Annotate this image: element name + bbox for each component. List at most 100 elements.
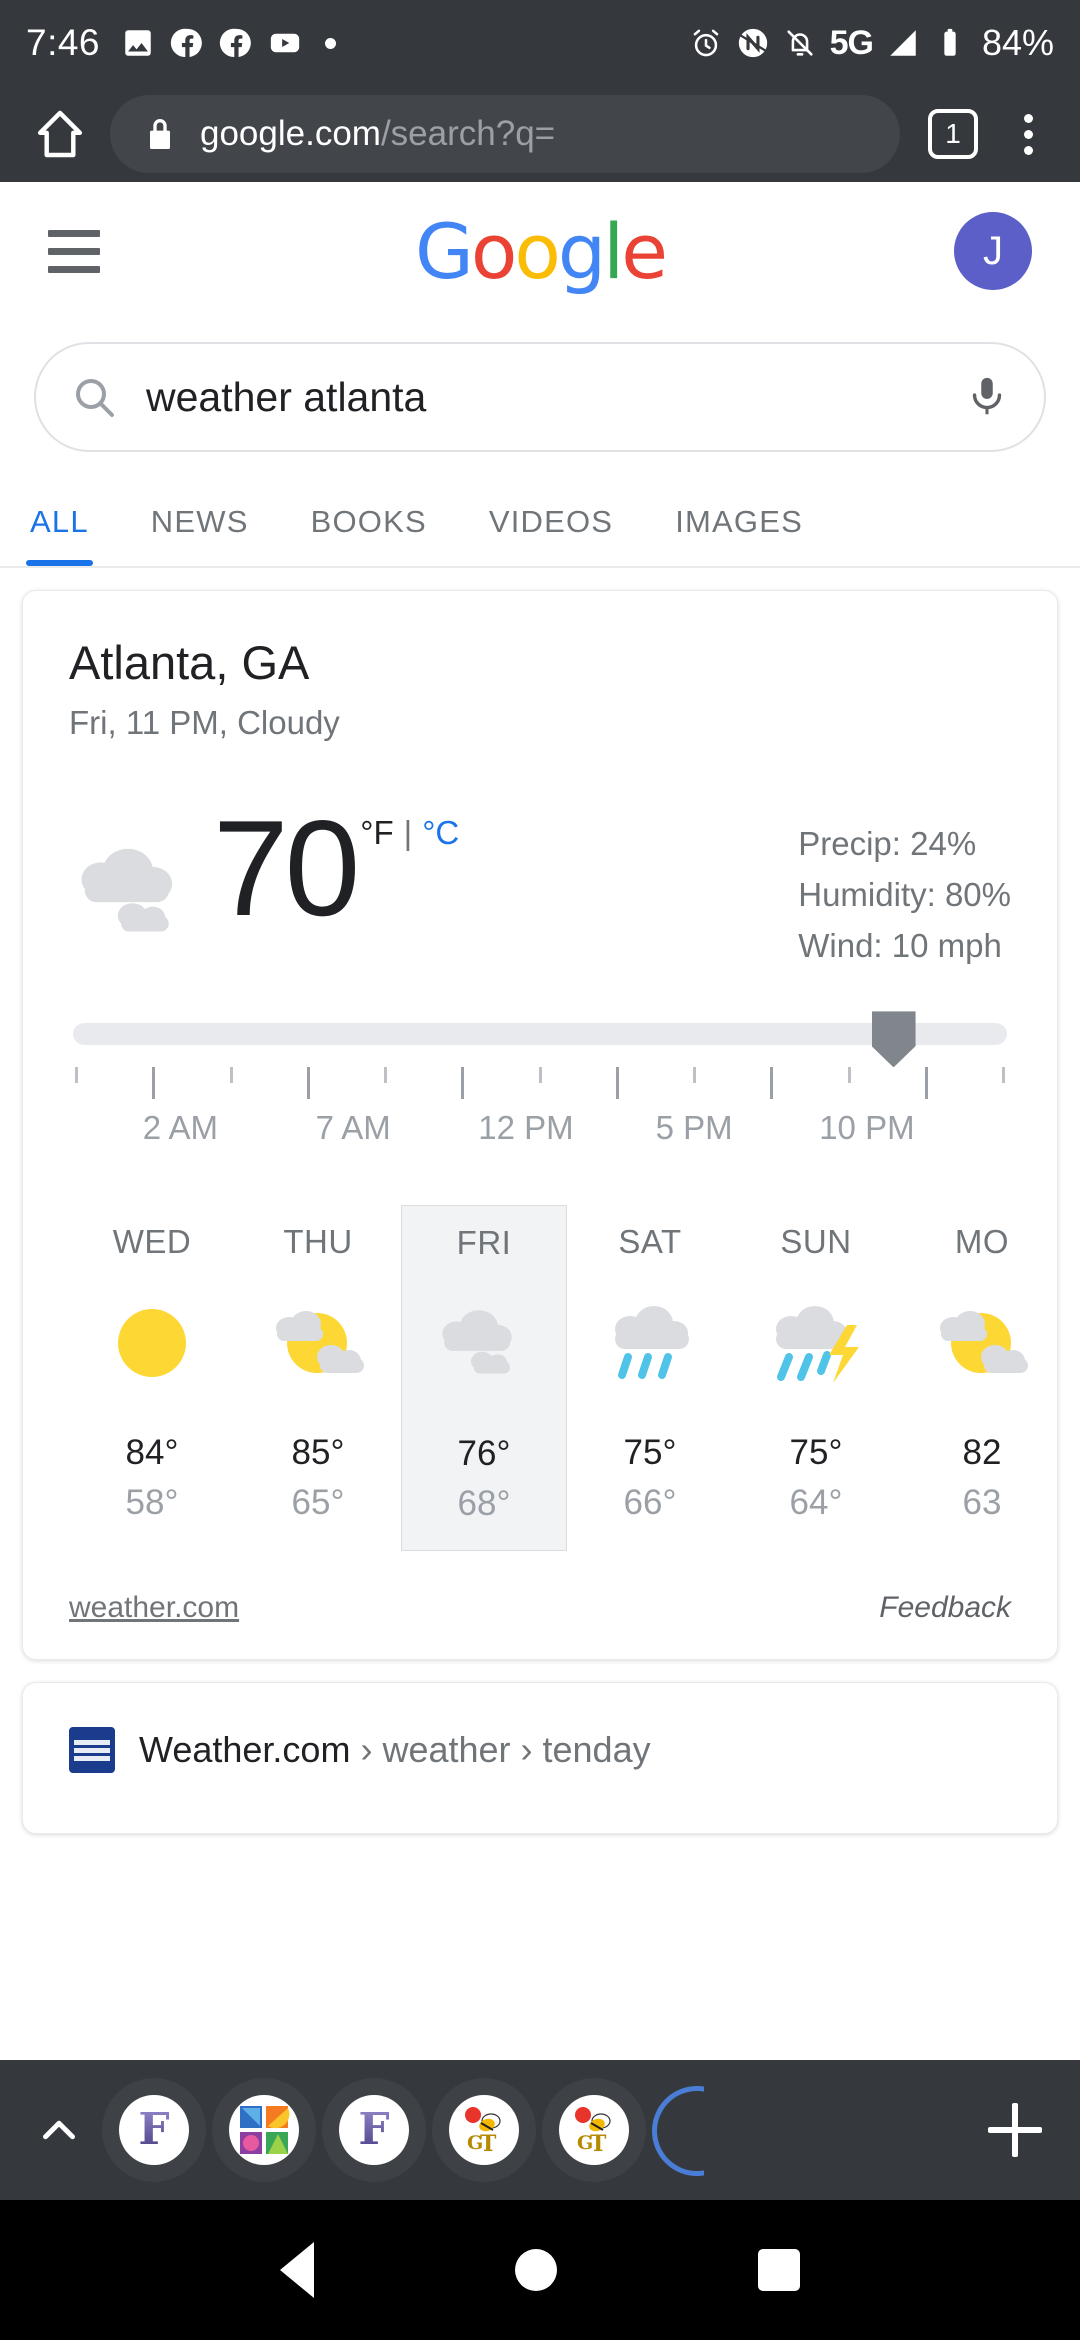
- url-domain: google.com: [200, 114, 381, 153]
- tab-item[interactable]: F: [322, 2078, 426, 2182]
- phone-screen: 7:46 5G 84% google.com/search?q= 1 Googl…: [0, 0, 1080, 2340]
- partly-cloudy-icon: [235, 1283, 401, 1403]
- partly-cloudy-icon: [899, 1283, 1065, 1403]
- status-bar-left: 7:46: [26, 22, 675, 64]
- forecast-day-sat[interactable]: SAT 75° 66°: [567, 1205, 733, 1551]
- forecast-row: WED 84° 58° THU 85° 65° FRI 76° 68° SAT …: [69, 1205, 1028, 1552]
- partial-favicon-icon: [652, 2086, 704, 2176]
- avatar[interactable]: J: [954, 212, 1032, 290]
- status-time: 7:46: [26, 22, 101, 63]
- forecast-high: 76°: [457, 1434, 511, 1474]
- android-nav-bar: [0, 2200, 1080, 2340]
- tab-item-partial[interactable]: [652, 2078, 704, 2182]
- unit-toggle[interactable]: °F | °C: [360, 814, 459, 852]
- tab-news[interactable]: NEWS: [151, 486, 249, 566]
- alarm-icon: [693, 29, 718, 57]
- sunny-icon: [69, 1283, 235, 1403]
- slider-track[interactable]: [73, 1011, 1007, 1068]
- dot-icon: [325, 37, 337, 49]
- notifications-off-icon: [786, 30, 813, 56]
- forecast-day-label: SUN: [780, 1223, 852, 1261]
- page-content: Google J weather atlanta ALL NEWS BOOKS …: [0, 182, 1080, 1960]
- forecast-day-sun[interactable]: SUN 75° 64°: [733, 1205, 899, 1551]
- nfc-icon: [738, 28, 767, 58]
- search-result-card[interactable]: Weather.com › weather › tenday: [22, 1682, 1058, 1835]
- hamburger-menu-icon[interactable]: [48, 229, 100, 273]
- home-button[interactable]: [24, 98, 96, 170]
- tick-label: 2 AM: [142, 1109, 219, 1147]
- forecast-high: 82: [962, 1433, 1002, 1473]
- forecast-day-wed[interactable]: WED 84° 58°: [69, 1205, 235, 1551]
- url-text: google.com/search?q=: [200, 114, 555, 154]
- tab-item[interactable]: G T: [542, 2078, 646, 2182]
- unit-fahrenheit[interactable]: °F: [360, 814, 393, 852]
- network-type: 5G: [829, 23, 874, 62]
- tab-all[interactable]: ALL: [26, 486, 93, 566]
- forecast-low: 58°: [125, 1483, 179, 1523]
- search-box[interactable]: weather atlanta: [34, 342, 1046, 452]
- tab-images[interactable]: IMAGES: [675, 486, 803, 566]
- feedback-link[interactable]: Feedback: [879, 1591, 1011, 1625]
- youtube-icon: [270, 33, 300, 53]
- weather-current: 70 °F | °C Precip: 24% Humidity: 80% Win…: [69, 792, 1011, 971]
- unit-celsius[interactable]: °C: [422, 814, 459, 852]
- url-bar[interactable]: google.com/search?q=: [110, 95, 900, 173]
- weather-source-link[interactable]: weather.com: [69, 1591, 239, 1625]
- battery-percent: 84%: [981, 22, 1054, 63]
- forecast-low: 68°: [457, 1484, 511, 1524]
- forecast-day-thu[interactable]: THU 85° 65°: [235, 1205, 401, 1551]
- thunderstorm-icon: [733, 1283, 899, 1403]
- microphone-icon[interactable]: [964, 374, 1010, 420]
- tab-switcher-button[interactable]: 1: [928, 109, 978, 159]
- status-bar: 7:46 5G 84%: [0, 0, 1080, 86]
- tab-strip: F F G T G T: [0, 2060, 1080, 2200]
- slider-ticks: [73, 1067, 1007, 1100]
- weather-card: Atlanta, GA Fri, 11 PM, Cloudy 70 °F | °…: [22, 590, 1058, 1661]
- back-triangle-icon[interactable]: [280, 2242, 315, 2298]
- tab-item[interactable]: [212, 2078, 316, 2182]
- result-site: Weather.com: [139, 1729, 351, 1771]
- forecast-day-label: WED: [112, 1223, 192, 1261]
- current-temperature: 70: [213, 792, 360, 944]
- recents-square-icon[interactable]: [757, 2249, 800, 2291]
- tab-item[interactable]: F: [102, 2078, 206, 2182]
- forecast-day-label: MO: [954, 1223, 1010, 1261]
- logo-letter: G: [414, 206, 474, 296]
- cloudy-icon: [402, 1284, 566, 1404]
- stat-precip: Precip: 24%: [798, 825, 977, 862]
- gt-bee-icon: G T: [449, 2095, 519, 2165]
- tab-books[interactable]: BOOKS: [311, 486, 427, 566]
- chevron-up-icon[interactable]: [22, 2093, 96, 2167]
- f-logo-icon: F: [119, 2095, 189, 2165]
- weather-footer: weather.com Feedback: [69, 1591, 1011, 1625]
- f-logo-icon: F: [339, 2095, 409, 2165]
- stat-wind: Wind: 10 mph: [798, 927, 1002, 965]
- facebook-icon: [219, 28, 251, 58]
- search-icon: [76, 379, 114, 417]
- google-logo[interactable]: Google: [414, 206, 668, 296]
- weather-location: Atlanta, GA: [69, 636, 310, 689]
- tabs-divider: [0, 566, 1080, 568]
- slider-thumb[interactable]: [871, 1011, 916, 1068]
- forecast-day-label: THU: [283, 1223, 353, 1261]
- tab-item[interactable]: G T: [432, 2078, 536, 2182]
- search-input[interactable]: weather atlanta: [146, 374, 936, 421]
- logo-letter: g: [557, 206, 606, 296]
- logo-letter: o: [514, 206, 560, 296]
- plus-icon[interactable]: [972, 2087, 1058, 2173]
- facebook-icon: [170, 28, 202, 58]
- logo-letter: l: [603, 206, 624, 296]
- overflow-menu-icon[interactable]: [1000, 106, 1056, 162]
- tab-favicon-letter: F: [358, 2104, 390, 2155]
- forecast-day-fri[interactable]: FRI 76° 68°: [401, 1205, 567, 1552]
- result-url: Weather.com › weather › tenday: [139, 1729, 651, 1771]
- home-circle-icon[interactable]: [514, 2249, 557, 2291]
- unit-separator: |: [403, 814, 413, 851]
- tab-videos[interactable]: VIDEOS: [489, 486, 613, 566]
- svg-text:T: T: [480, 2131, 497, 2157]
- cloudy-icon: [81, 848, 173, 932]
- time-slider[interactable]: 2 AM 7 AM 12 PM 5 PM 10 PM: [69, 1011, 1011, 1155]
- forecast-day-mon[interactable]: MO 82 63: [899, 1205, 1065, 1551]
- forecast-low: 65°: [291, 1483, 345, 1523]
- forecast-day-label: SAT: [618, 1223, 682, 1261]
